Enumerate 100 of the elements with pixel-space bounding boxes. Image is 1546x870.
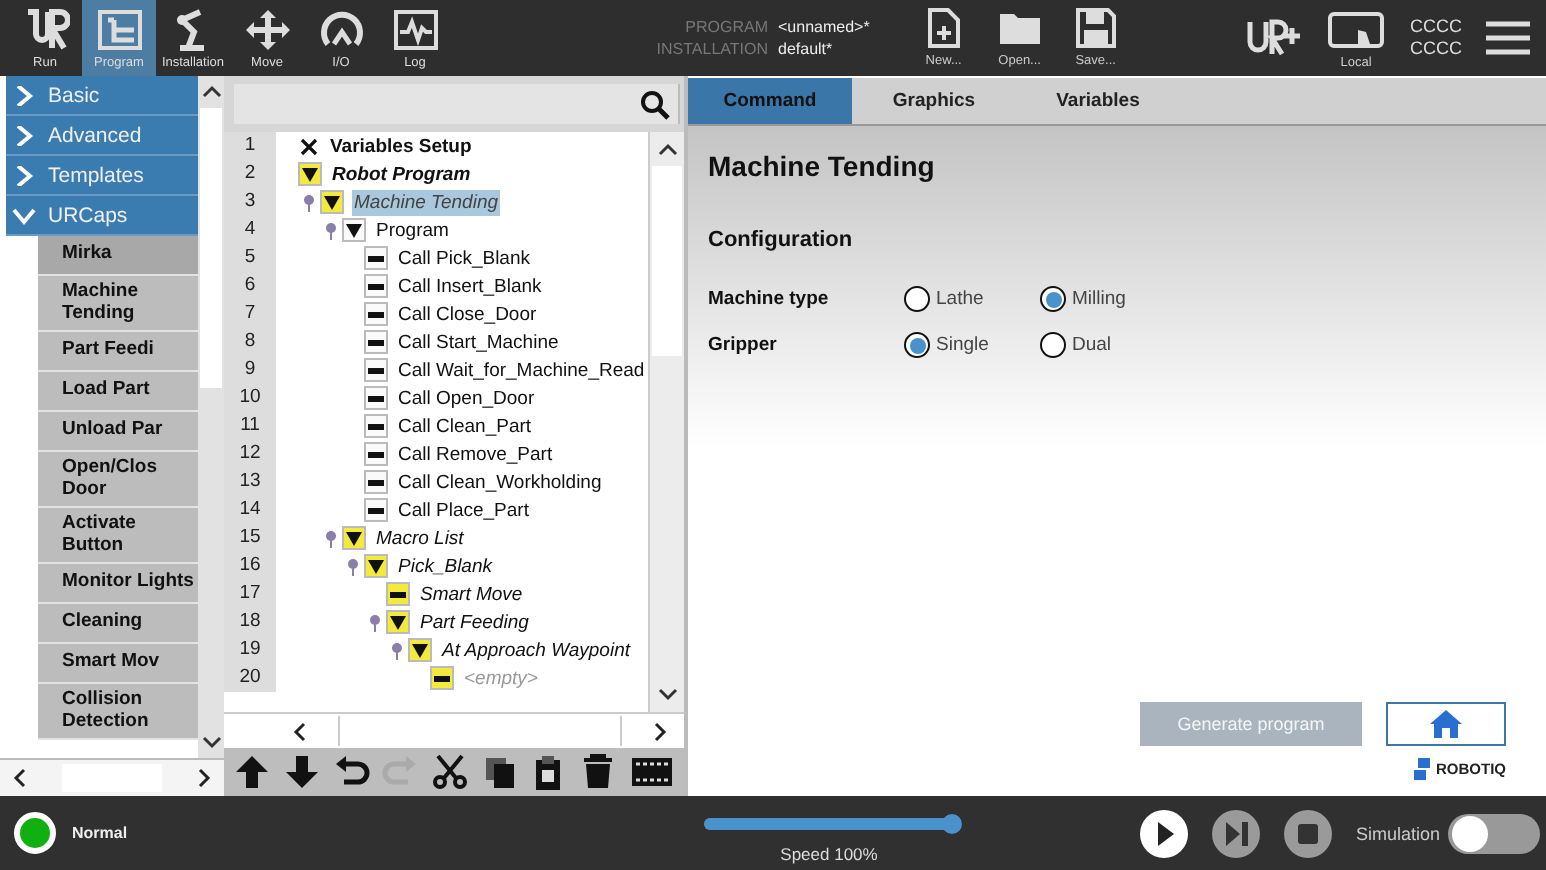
program-node[interactable]: Call Clean_Workholding bbox=[396, 469, 604, 495]
field-label: Gripper bbox=[708, 334, 779, 356]
program-label: PROGRAM bbox=[683, 18, 768, 36]
category-header[interactable]: Templates bbox=[6, 156, 198, 196]
folder-toggle-icon[interactable] bbox=[342, 218, 366, 242]
urcap-item[interactable]: Unload Par bbox=[38, 412, 198, 452]
move-up-icon[interactable] bbox=[234, 754, 271, 790]
scroll-thumb[interactable] bbox=[338, 716, 622, 746]
move-down-icon[interactable] bbox=[283, 754, 320, 790]
trash-icon[interactable] bbox=[579, 754, 616, 790]
category-header[interactable]: Advanced bbox=[6, 116, 198, 156]
urcap-item[interactable]: Open/Clos Door bbox=[38, 452, 198, 508]
category-header[interactable]: URCaps bbox=[6, 196, 198, 236]
collapse-pin-icon[interactable] bbox=[368, 613, 382, 631]
chevron-right-icon bbox=[12, 85, 36, 105]
search-field[interactable] bbox=[234, 84, 680, 124]
urcap-item[interactable]: Part Feedi bbox=[38, 332, 198, 372]
line-number: 1 bbox=[224, 132, 276, 160]
program-node[interactable]: Call Close_Door bbox=[396, 301, 539, 327]
play-button[interactable] bbox=[1139, 809, 1188, 857]
line-number: 13 bbox=[224, 468, 276, 496]
stop-button[interactable] bbox=[1283, 809, 1332, 857]
home-icon bbox=[1430, 710, 1462, 738]
collapse-pin-icon[interactable] bbox=[324, 529, 338, 547]
folder-toggle-icon[interactable] bbox=[298, 162, 322, 186]
program-node[interactable]: Smart Move bbox=[418, 581, 525, 607]
program-node[interactable]: Call Pick_Blank bbox=[396, 245, 532, 271]
line-number: 9 bbox=[224, 356, 276, 384]
undo-icon[interactable] bbox=[333, 754, 370, 790]
radio-option[interactable]: Dual bbox=[1040, 332, 1176, 358]
scroll-left-icon[interactable] bbox=[12, 768, 28, 788]
radio-button[interactable] bbox=[904, 332, 930, 358]
scroll-up-icon[interactable] bbox=[201, 84, 221, 100]
folder-toggle-icon[interactable] bbox=[408, 638, 432, 662]
program-node[interactable]: Variables Setup bbox=[328, 133, 474, 159]
program-node[interactable]: Call Place_Part bbox=[396, 497, 531, 523]
installation-label: INSTALLATION bbox=[654, 40, 768, 58]
scroll-thumb[interactable] bbox=[200, 108, 222, 388]
collapse-pin-icon[interactable] bbox=[324, 221, 338, 239]
scroll-right-icon[interactable] bbox=[196, 768, 212, 788]
radio-option[interactable]: Milling bbox=[1040, 286, 1176, 312]
program-node[interactable]: Call Start_Machine bbox=[396, 329, 561, 355]
collapse-pin-icon[interactable] bbox=[390, 641, 404, 659]
panel-tab[interactable]: Variables bbox=[1016, 78, 1180, 124]
radio-button[interactable] bbox=[1040, 332, 1066, 358]
line-number: 6 bbox=[224, 272, 276, 300]
search-icon[interactable] bbox=[640, 89, 670, 119]
scroll-thumb[interactable] bbox=[652, 166, 682, 356]
program-node[interactable]: Pick_Blank bbox=[396, 553, 494, 579]
program-node[interactable]: Call Insert_Blank bbox=[396, 273, 544, 299]
urcap-item[interactable]: Mirka bbox=[38, 236, 198, 276]
program-node[interactable]: Call Clean_Part bbox=[396, 413, 534, 439]
cut-icon[interactable] bbox=[431, 754, 468, 790]
urcap-item[interactable]: Monitor Lights bbox=[38, 564, 198, 604]
program-node[interactable]: Call Open_Door bbox=[396, 385, 537, 411]
collapse-pin-icon[interactable] bbox=[302, 193, 316, 211]
folder-toggle-icon[interactable] bbox=[386, 610, 410, 634]
menu-icon[interactable] bbox=[1486, 20, 1530, 56]
new-file-icon bbox=[925, 8, 962, 48]
program-node[interactable]: At Approach Waypoint bbox=[440, 637, 632, 663]
urcap-item[interactable]: Machine Tending bbox=[38, 276, 198, 332]
scroll-left-icon[interactable] bbox=[292, 721, 308, 741]
line-number: 12 bbox=[224, 440, 276, 468]
film-strip-icon[interactable] bbox=[629, 754, 674, 790]
scroll-down-icon[interactable] bbox=[657, 686, 677, 702]
program-node[interactable]: Part Feeding bbox=[418, 609, 531, 635]
simulation-label: Simulation bbox=[1355, 823, 1440, 843]
category-header[interactable]: Basic bbox=[6, 76, 198, 116]
line-number: 18 bbox=[224, 608, 276, 636]
collapse-pin-icon[interactable] bbox=[346, 557, 360, 575]
radio-option[interactable]: Single bbox=[904, 332, 1040, 358]
program-node[interactable]: Robot Program bbox=[330, 161, 473, 187]
step-button[interactable] bbox=[1211, 809, 1260, 857]
scroll-down-icon[interactable] bbox=[201, 734, 221, 750]
urcap-item[interactable]: Smart Mov bbox=[38, 644, 198, 684]
radio-button[interactable] bbox=[904, 286, 930, 312]
program-node[interactable]: Machine Tending bbox=[352, 189, 501, 215]
folder-toggle-icon[interactable] bbox=[342, 526, 366, 550]
folder-toggle-icon[interactable] bbox=[364, 554, 388, 578]
panel-tab[interactable]: Graphics bbox=[852, 78, 1016, 124]
urcap-item[interactable]: Load Part bbox=[38, 372, 198, 412]
program-node[interactable]: Program bbox=[374, 217, 451, 243]
scroll-up-icon[interactable] bbox=[657, 142, 677, 158]
program-node[interactable]: Macro List bbox=[374, 525, 466, 551]
simulation-toggle[interactable] bbox=[1448, 813, 1540, 853]
chevron-right-icon bbox=[12, 165, 36, 185]
ur-plus-icon[interactable] bbox=[1246, 18, 1302, 58]
urcap-item[interactable]: Collision Detection bbox=[38, 684, 198, 740]
copy-icon[interactable] bbox=[481, 754, 518, 790]
program-node[interactable]: Call Remove_Part bbox=[396, 441, 555, 467]
log-icon bbox=[391, 7, 439, 51]
folder-toggle-icon[interactable] bbox=[320, 190, 344, 214]
urcap-item[interactable]: Activate Button bbox=[38, 508, 198, 564]
radio-button[interactable] bbox=[1040, 286, 1066, 312]
panel-tab[interactable]: Command bbox=[688, 78, 852, 124]
urcap-item[interactable]: Cleaning bbox=[38, 604, 198, 644]
scroll-right-icon[interactable] bbox=[652, 721, 668, 741]
home-button[interactable] bbox=[1386, 702, 1506, 746]
program-node[interactable]: Call Wait_for_Machine_Read bbox=[396, 357, 647, 383]
radio-option[interactable]: Lathe bbox=[904, 286, 1040, 312]
